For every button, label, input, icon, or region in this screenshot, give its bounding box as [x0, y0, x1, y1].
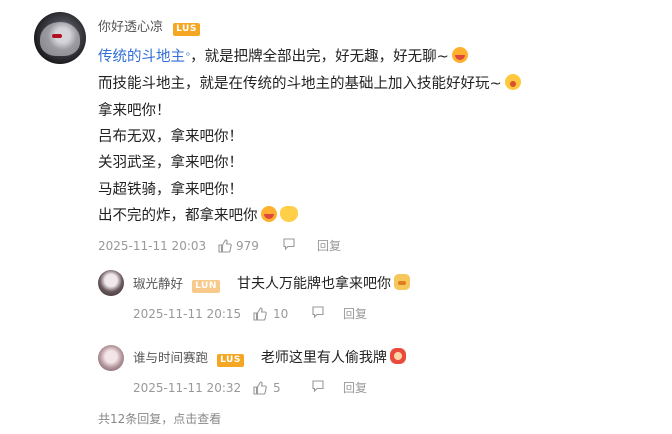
comment-line-3: 拿来吧你！ [98, 100, 171, 122]
comment-text: 拿来吧你！ [98, 103, 171, 119]
yawning-emoji-icon [504, 74, 521, 90]
reply-username[interactable]: 琡光静好 [133, 276, 183, 291]
comment-button[interactable] [311, 379, 325, 393]
reply-meta: 2025-11-11 20:15 10 回复 [133, 305, 403, 323]
like-button[interactable]: 979 [218, 237, 259, 255]
timestamp: 2025-11-11 20:32 [133, 381, 242, 395]
comment-line-5: 关羽武圣，拿来吧你！ [98, 152, 243, 174]
comment-text: 马超铁骑，拿来吧你！ [98, 182, 243, 198]
comment-meta: 2025-11-11 20:03 979 回复 [98, 237, 398, 255]
comment-line-4: 吕布无双，拿来吧你！ [98, 126, 243, 148]
like-count: 10 [273, 307, 289, 321]
laughing-emoji-icon [260, 206, 277, 222]
username[interactable]: 你好透心凉 [98, 20, 163, 35]
comment-text: 关羽武圣，拿来吧你！ [98, 155, 243, 171]
reply-header: 谁与时间赛跑 LUS 老师这里有人偷我牌 [133, 348, 406, 367]
view-more-replies-link[interactable]: 共12条回复，点击查看 [98, 410, 221, 427]
comment-text: 而技能斗地主，就是在传统的斗地主的基础上加入技能好好玩~ [98, 76, 502, 92]
user-level-badge: LUS [217, 354, 244, 367]
timestamp: 2025-11-11 20:03 [98, 239, 207, 253]
comment-bubble-icon [312, 306, 324, 319]
lion-emoji-icon [389, 348, 406, 364]
comment-button[interactable] [311, 305, 325, 319]
thumbs-up-icon [253, 381, 267, 395]
like-count: 5 [273, 381, 281, 395]
comment-line-1: 传统的斗地主ᵒ，就是把牌全部出完，好无趣，好无聊~ [98, 46, 468, 68]
reply-text: 甘夫人万能牌也拿来吧你 [236, 276, 391, 292]
like-count: 979 [236, 239, 259, 253]
comment-text: 吕布无双，拿来吧你！ [98, 129, 243, 145]
timestamp: 2025-11-11 20:15 [133, 307, 242, 321]
like-button[interactable]: 5 [253, 379, 281, 397]
comment-bubble-icon [312, 380, 324, 393]
reply-button[interactable]: 回复 [343, 305, 367, 323]
comment-header: 你好透心凉 LUS [98, 16, 200, 36]
reply-button[interactable]: 回复 [317, 237, 341, 255]
thumbs-up-icon [218, 239, 232, 253]
reply-username[interactable]: 谁与时间赛跑 [133, 350, 208, 365]
hands-emoji-icon [279, 206, 298, 222]
laughing-emoji-icon [451, 47, 468, 63]
avatar[interactable] [34, 12, 86, 64]
user-level-badge: LUS [173, 23, 200, 36]
comment-bubble-icon [283, 238, 295, 251]
user-level-badge: LUN [192, 280, 220, 293]
cat-emoji-icon [393, 274, 410, 290]
comment-line-2: 而技能斗地主，就是在传统的斗地主的基础上加入技能好好玩~ [98, 73, 521, 95]
comment-line-6: 马超铁骑，拿来吧你！ [98, 179, 243, 201]
comment-text: 出不完的炸，都拿来吧你 [98, 208, 258, 224]
comment-button[interactable] [282, 237, 296, 251]
topic-link[interactable]: 传统的斗地主 [98, 49, 185, 65]
like-button[interactable]: 10 [253, 305, 288, 323]
reply-meta: 2025-11-11 20:32 5 回复 [133, 379, 403, 397]
comment-text: ，就是把牌全部出完，好无趣，好无聊~ [190, 49, 449, 65]
reply-button[interactable]: 回复 [343, 379, 367, 397]
reply-text: 老师这里有人偷我牌 [260, 350, 387, 366]
reply-header: 琡光静好 LUN 甘夫人万能牌也拿来吧你 [133, 274, 410, 293]
thumbs-up-icon [253, 307, 267, 321]
reply-avatar[interactable] [98, 270, 124, 296]
reply-avatar[interactable] [98, 345, 124, 371]
comment-line-7: 出不完的炸，都拿来吧你 [98, 205, 298, 227]
